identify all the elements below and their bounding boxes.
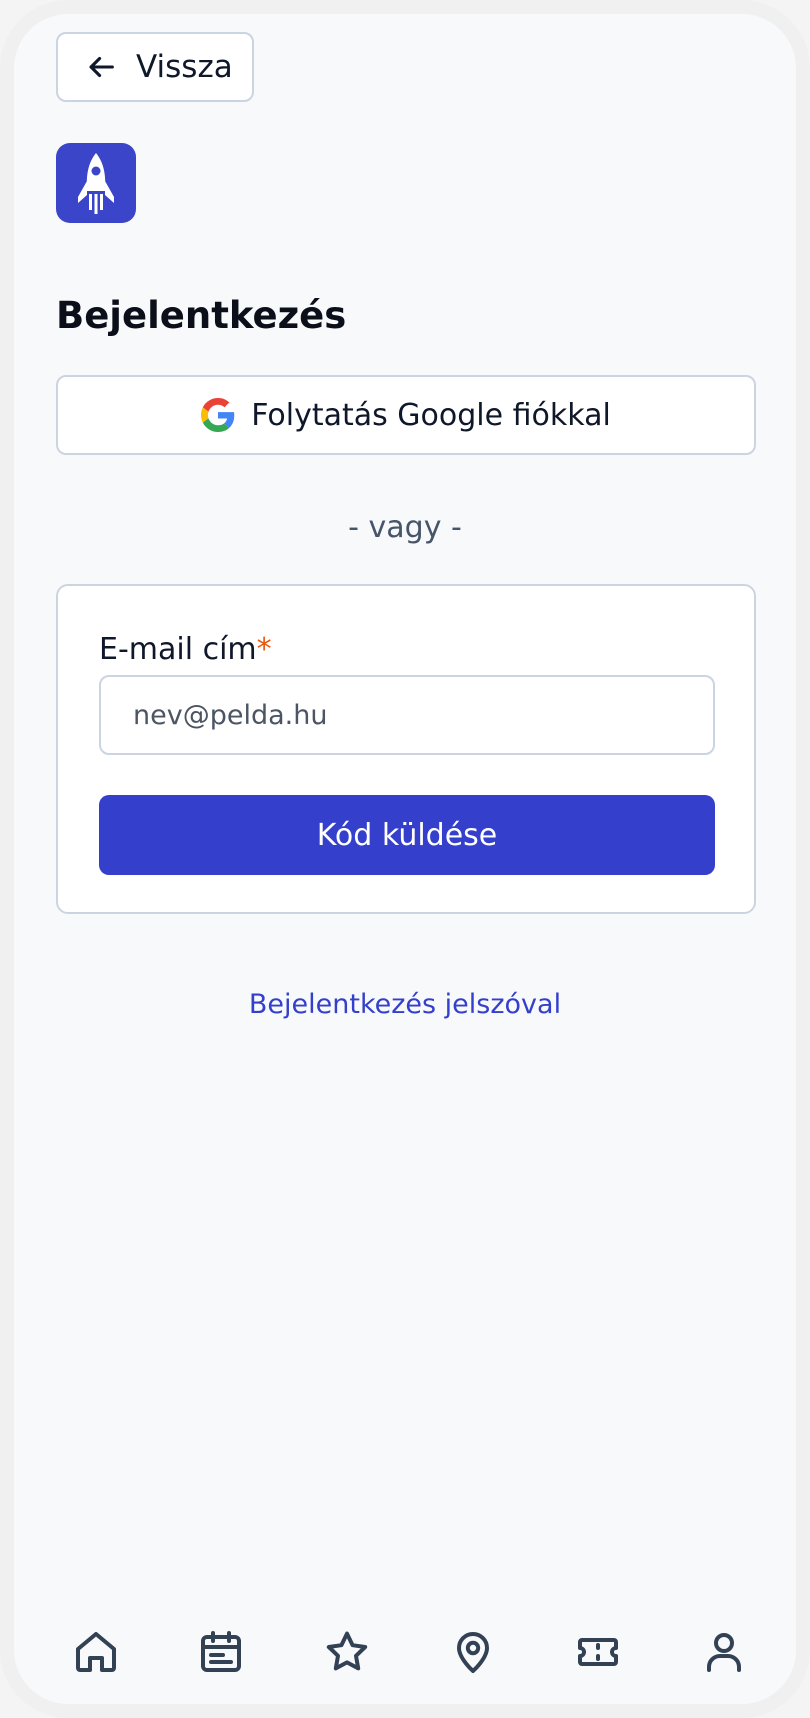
google-signin-label: Folytatás Google fiókkal [251, 397, 611, 433]
page-title: Bejelentkezés [56, 294, 347, 337]
star-icon [326, 1631, 368, 1671]
password-login-link[interactable]: Bejelentkezés jelszóval [14, 989, 796, 1020]
google-icon [201, 398, 235, 432]
nav-home[interactable] [68, 1624, 124, 1680]
nav-profile[interactable] [696, 1624, 752, 1680]
login-form-card: E-mail cím* Kód küldése [56, 584, 756, 914]
required-asterisk: * [256, 632, 272, 667]
nav-locations[interactable] [445, 1624, 501, 1680]
email-label-text: E-mail cím [99, 632, 257, 667]
email-input[interactable] [99, 675, 715, 755]
nav-calendar[interactable] [193, 1624, 249, 1680]
bottom-navigation [14, 1624, 796, 1694]
phone-frame: Vissza Bejelentkezés Folytatás Google fi… [0, 0, 810, 1718]
send-code-button[interactable]: Kód küldése [99, 795, 715, 875]
nav-favorites[interactable] [319, 1624, 375, 1680]
email-label: E-mail cím* [99, 632, 272, 667]
calendar-icon [201, 1631, 241, 1672]
rocket-icon [78, 153, 114, 214]
app-logo [56, 143, 136, 223]
arrow-left-icon [89, 56, 114, 78]
ticket-icon [578, 1638, 618, 1666]
back-button[interactable]: Vissza [56, 32, 254, 102]
user-icon [707, 1633, 741, 1672]
back-button-label: Vissza [136, 49, 233, 85]
map-pin-icon [457, 1632, 489, 1673]
or-divider: - vagy - [348, 510, 462, 545]
google-signin-button[interactable]: Folytatás Google fiókkal [56, 375, 756, 455]
home-icon [76, 1632, 116, 1672]
nav-tickets[interactable] [570, 1624, 626, 1680]
